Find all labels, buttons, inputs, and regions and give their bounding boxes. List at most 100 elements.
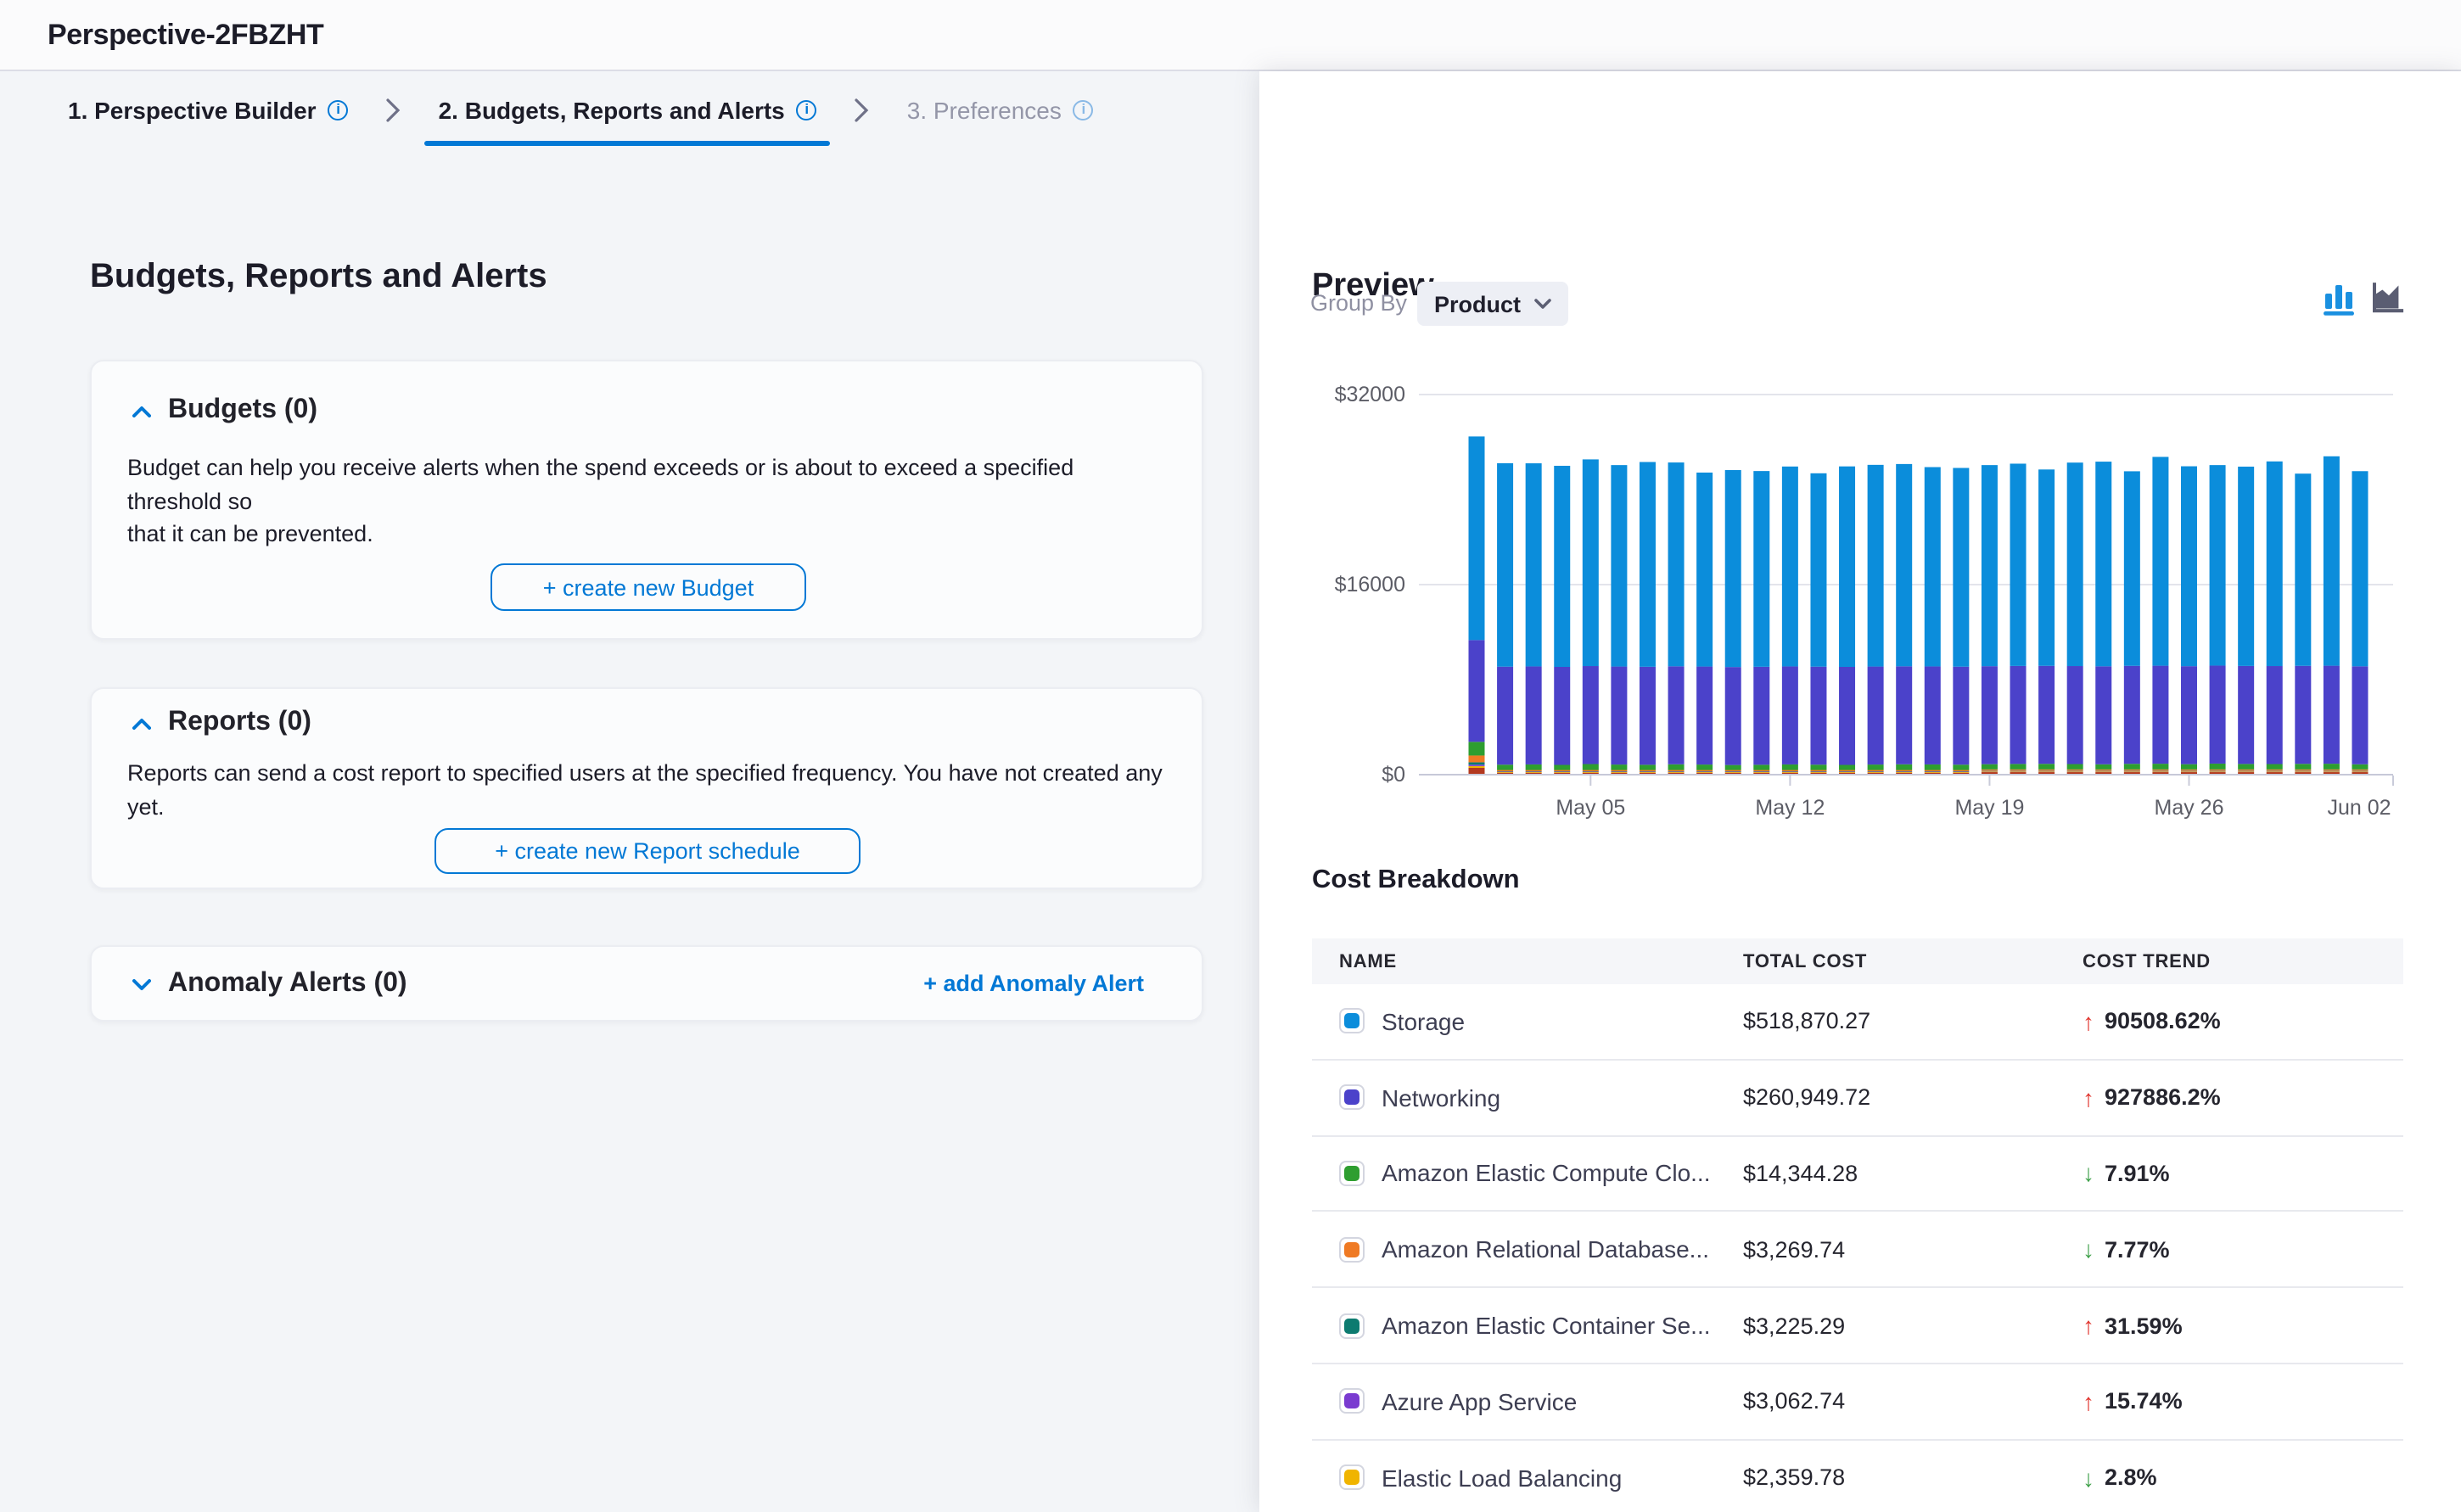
table-row: Azure App Service $3,062.74 ↑ 15.74% [1312, 1364, 2403, 1441]
series-color-swatch [1339, 1464, 1365, 1490]
reports-card-header[interactable]: Reports (0) [132, 708, 311, 738]
cost-breakdown-title: Cost Breakdown [1312, 865, 1520, 896]
trend-arrow-icon: ↑ [2083, 1010, 2094, 1033]
trend-arrow-icon: ↓ [2083, 1465, 2094, 1489]
column-header-cost-trend: COST TREND [2083, 951, 2403, 972]
table-row: Elastic Load Balancing $2,359.78 ↓ 2.8% [1312, 1441, 2403, 1512]
trend-arrow-icon: ↑ [2083, 1390, 2094, 1414]
chart-type-switcher [2324, 282, 2405, 319]
trend-arrow-icon: ↑ [2083, 1313, 2094, 1337]
wizard-tabs: 1. Perspective Builder i 2. Budgets, Rep… [68, 71, 1107, 148]
row-name: Azure App Service [1382, 1388, 1577, 1415]
preview-panel: Preview Group By Product $0$16000$32000M… [1259, 71, 2461, 1512]
trend-arrow-icon: ↓ [2083, 1162, 2094, 1185]
table-row: Amazon Relational Database... $3,269.74 … [1312, 1212, 2403, 1289]
trend-arrow-icon: ↑ [2083, 1085, 2094, 1109]
column-header-total-cost: TOTAL COST [1743, 951, 2083, 972]
chevron-down-icon [1534, 299, 1551, 309]
row-total-cost: $14,344.28 [1743, 1161, 2083, 1186]
row-trend-value: 7.91% [2105, 1161, 2170, 1186]
cost-breakdown-table: NAME TOTAL COST COST TREND Storage $518,… [1312, 938, 2403, 1512]
table-row: Storage $518,870.27 ↑ 90508.62% [1312, 984, 2403, 1061]
row-trend-value: 15.74% [2105, 1389, 2183, 1414]
tab-preferences[interactable]: 3. Preferences i [894, 71, 1107, 148]
row-trend-value: 31.59% [2105, 1313, 2183, 1338]
row-total-cost: $518,870.27 [1743, 1009, 2083, 1034]
row-name: Amazon Relational Database... [1382, 1236, 1709, 1263]
tab-label: 2. Budgets, Reports and Alerts [439, 96, 785, 123]
row-name: Elastic Load Balancing [1382, 1464, 1622, 1491]
table-header-row: NAME TOTAL COST COST TREND [1312, 938, 2403, 984]
reports-card-title: Reports (0) [168, 708, 311, 738]
tab-budgets-reports-alerts[interactable]: 2. Budgets, Reports and Alerts i [425, 71, 831, 148]
reports-description: Reports can send a cost report to specif… [127, 757, 1197, 823]
table-row: Amazon Elastic Compute Clo... $14,344.28… [1312, 1136, 2403, 1212]
chevron-right-icon [386, 98, 401, 121]
anomaly-card-header[interactable]: Anomaly Alerts (0) [132, 969, 407, 1000]
row-total-cost: $3,225.29 [1743, 1313, 2083, 1338]
series-color-swatch [1339, 1161, 1365, 1186]
column-header-name: NAME [1312, 951, 1743, 972]
row-total-cost: $3,062.74 [1743, 1389, 2083, 1414]
table-row: Amazon Elastic Container Se... $3,225.29… [1312, 1288, 2403, 1364]
row-trend-value: 927886.2% [2105, 1084, 2221, 1110]
tab-perspective-builder[interactable]: 1. Perspective Builder i [68, 71, 362, 148]
anomaly-alerts-card: Anomaly Alerts (0) + add Anomaly Alert [90, 945, 1203, 1022]
chevron-up-icon[interactable] [132, 717, 151, 729]
app-window: Perspective-2FBZHT 1. Perspective Builde… [0, 0, 2461, 1512]
group-by-label: Group By [1310, 290, 1407, 316]
page-title: Perspective-2FBZHT [48, 19, 323, 53]
budgets-description: Budget can help you receive alerts when … [127, 451, 1173, 551]
row-total-cost: $260,949.72 [1743, 1084, 2083, 1110]
chevron-up-icon[interactable] [132, 405, 151, 417]
row-trend-value: 7.77% [2105, 1237, 2170, 1263]
budgets-card-header[interactable]: Budgets (0) [132, 395, 317, 426]
area-chart-icon[interactable] [2373, 282, 2405, 319]
svg-text:May 12: May 12 [1755, 796, 1825, 820]
series-color-swatch [1339, 1084, 1365, 1110]
row-trend-value: 90508.62% [2105, 1009, 2221, 1034]
row-name: Amazon Elastic Container Se... [1382, 1312, 1711, 1339]
trend-arrow-icon: ↓ [2083, 1238, 2094, 1262]
info-icon[interactable]: i [328, 99, 349, 120]
svg-text:May 19: May 19 [1954, 796, 2024, 820]
tab-label: 3. Preferences [907, 96, 1062, 123]
budgets-card: Budgets (0) Budget can help you receive … [90, 360, 1203, 640]
chevron-right-icon [855, 98, 870, 121]
info-icon[interactable]: i [1074, 99, 1094, 120]
top-header: Perspective-2FBZHT [0, 0, 2461, 71]
create-report-schedule-button[interactable]: + create new Report schedule [434, 828, 861, 874]
series-color-swatch [1339, 1237, 1365, 1263]
svg-text:$32000: $32000 [1335, 383, 1405, 406]
group-by-select[interactable]: Product [1417, 282, 1568, 326]
row-total-cost: $2,359.78 [1743, 1464, 2083, 1490]
bar-chart-icon[interactable] [2324, 282, 2356, 319]
chevron-down-icon[interactable] [132, 978, 151, 990]
series-color-swatch [1339, 1009, 1365, 1034]
svg-text:Jun 02: Jun 02 [2327, 796, 2391, 820]
builder-left-panel: 1. Perspective Builder i 2. Budgets, Rep… [0, 71, 1259, 1512]
row-name: Storage [1382, 1008, 1465, 1035]
series-color-swatch [1339, 1313, 1365, 1338]
anomaly-card-title: Anomaly Alerts (0) [168, 969, 407, 1000]
tab-label: 1. Perspective Builder [68, 96, 317, 123]
budgets-card-title: Budgets (0) [168, 395, 317, 426]
svg-text:May 26: May 26 [2155, 796, 2224, 820]
svg-text:May 05: May 05 [1556, 796, 1625, 820]
row-trend-value: 2.8% [2105, 1464, 2157, 1490]
row-total-cost: $3,269.74 [1743, 1237, 2083, 1263]
preview-chart: $0 $16000 $32000 May 05 May 12 May 19 May 26 Ju… [1259, 322, 2461, 832]
reports-card: Reports (0) Reports can send a cost repo… [90, 687, 1203, 889]
svg-text:$0: $0 [1382, 763, 1405, 787]
info-icon[interactable]: i [797, 99, 817, 120]
section-heading: Budgets, Reports and Alerts [90, 258, 547, 297]
row-name: Amazon Elastic Compute Clo... [1382, 1160, 1711, 1187]
create-budget-button[interactable]: + create new Budget [491, 563, 806, 611]
table-row: Networking $260,949.72 ↑ 927886.2% [1312, 1061, 2403, 1137]
group-by-value: Product [1434, 291, 1521, 316]
svg-text:$16000: $16000 [1335, 573, 1405, 596]
series-color-swatch [1339, 1389, 1365, 1414]
table-body: Storage $518,870.27 ↑ 90508.62% Networki… [1312, 984, 2403, 1512]
add-anomaly-alert-link[interactable]: + add Anomaly Alert [923, 971, 1144, 996]
row-name: Networking [1382, 1084, 1500, 1111]
